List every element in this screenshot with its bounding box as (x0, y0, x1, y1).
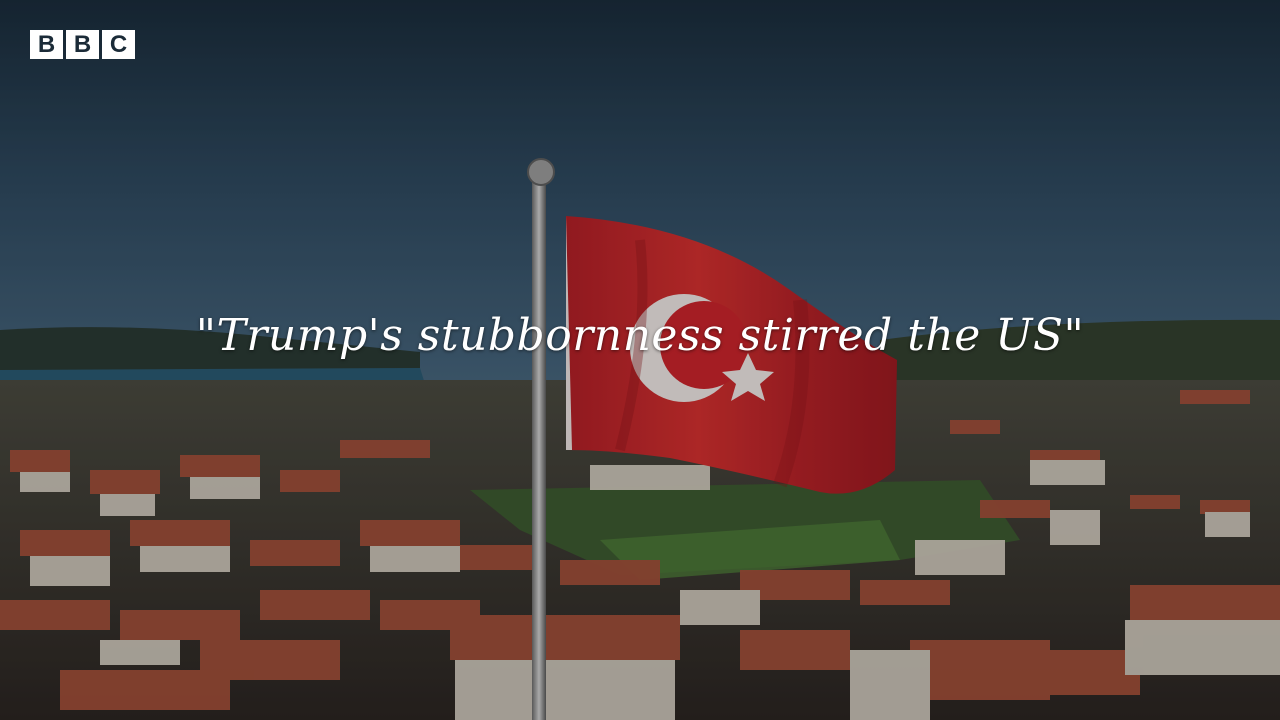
bbc-logo-letter: C (102, 30, 135, 59)
bbc-logo: B B C (30, 30, 135, 59)
bbc-logo-letter: B (30, 30, 63, 59)
bbc-logo-letter: B (66, 30, 99, 59)
video-frame: B B C "Trump's stubbornness stirred the … (0, 0, 1280, 720)
quote-caption: "Trump's stubbornness stirred the US" (195, 310, 1085, 361)
